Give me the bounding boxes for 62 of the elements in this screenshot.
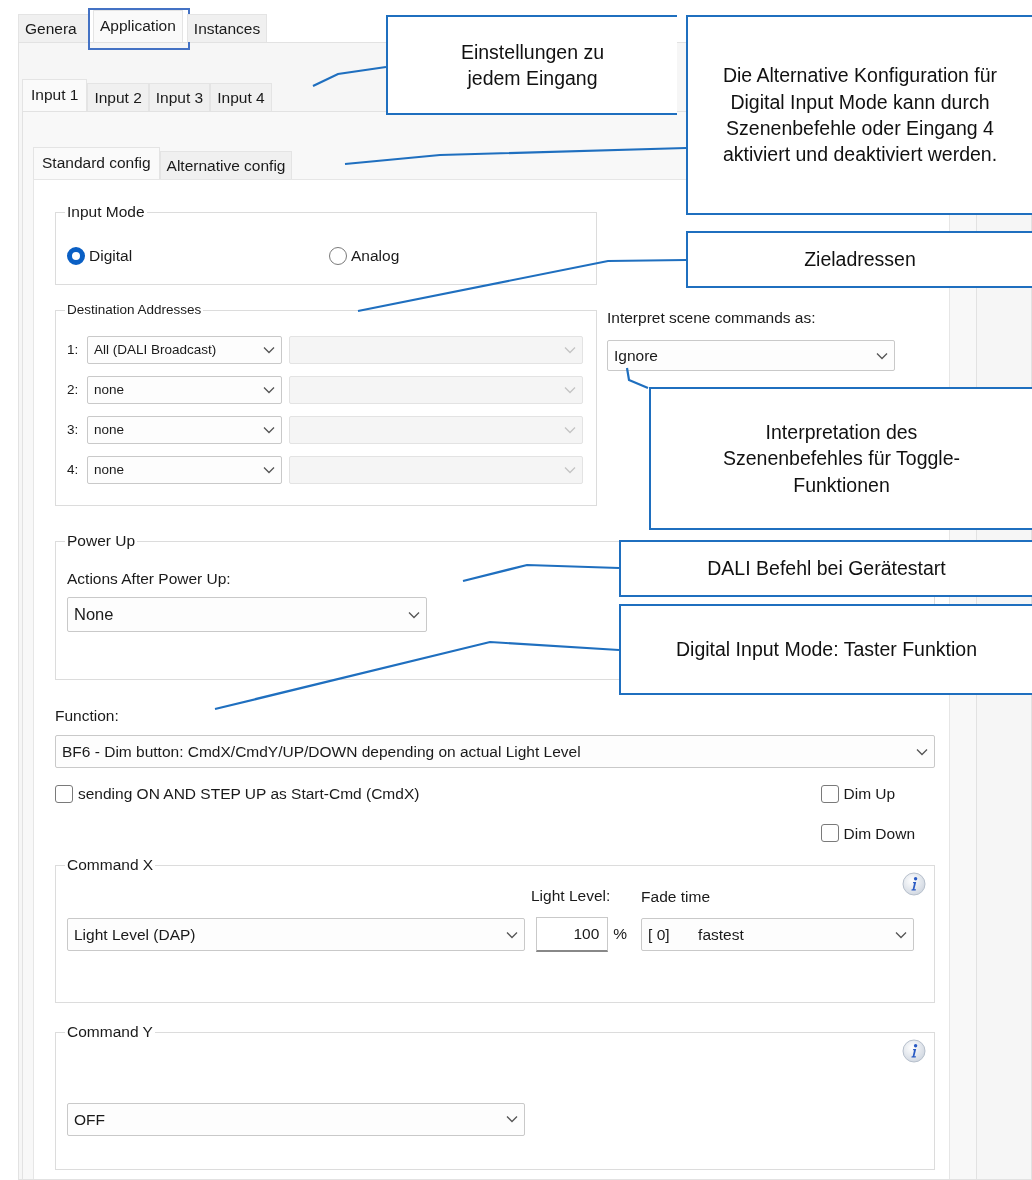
tab[interactable]: Application [93, 10, 183, 42]
tab[interactable]: Alternative config [159, 151, 293, 179]
chevron-icon [564, 386, 576, 394]
chevron-icon [263, 426, 275, 434]
dropdown[interactable]: Light Level (DAP) [67, 918, 525, 951]
unit-label: % [613, 923, 628, 944]
tab[interactable]: Standard config [33, 147, 160, 179]
row-number: 2: [67, 380, 80, 399]
callout-text: DALI Befehl bei Gerätestart [707, 556, 946, 582]
field-label: Light Level: [531, 885, 611, 906]
dropdown[interactable]: OFF [67, 1102, 525, 1136]
callout-text: Interpretation des Szenenbefehles für Toggle-Funktionen [721, 420, 962, 498]
chevron-icon [916, 747, 928, 756]
chevron-icon [564, 426, 576, 434]
chevron-icon [263, 466, 275, 474]
field-label: Fade time [641, 886, 711, 907]
checkbox-label[interactable]: Dim Up [843, 782, 896, 806]
dropdown[interactable]: none [87, 376, 282, 404]
chevron-icon [263, 386, 275, 394]
tab[interactable]: Input 2 [87, 83, 149, 111]
row-number: 4: [67, 460, 80, 479]
tab[interactable]: Input 1 [22, 79, 88, 111]
field-label: Interpret scene commands as: [607, 308, 817, 328]
tab[interactable]: Genera [18, 14, 89, 42]
radio-label[interactable]: Digital [89, 244, 133, 268]
callout-text: Digital Input Mode: Taster Funktion [676, 637, 977, 663]
field-label: Actions After Power Up: [67, 569, 231, 589]
chevron-icon [895, 930, 908, 939]
dropdown[interactable]: All (DALI Broadcast) [87, 336, 282, 364]
tab[interactable]: Input 4 [210, 83, 272, 111]
checkbox-label[interactable]: sending ON AND STEP UP as Start-Cmd (CmdX) [78, 782, 420, 806]
callout-text: Zieladressen [804, 247, 916, 273]
checkbox[interactable] [55, 784, 73, 803]
chevron-icon [564, 466, 576, 474]
tab[interactable]: Input 3 [148, 83, 211, 111]
info-icon[interactable] [902, 1038, 926, 1063]
checkbox-label[interactable]: Dim Down [843, 821, 915, 845]
level-input[interactable]: 100 [536, 917, 609, 952]
chevron-icon [506, 930, 518, 939]
dropdown[interactable]: Ignore [607, 340, 895, 371]
chevron-icon [564, 346, 576, 354]
chevron-icon [263, 346, 275, 354]
radio-button[interactable] [67, 246, 85, 265]
chevron-icon [408, 610, 420, 619]
dropdown[interactable]: None [67, 597, 427, 632]
chevron-icon [506, 1115, 518, 1124]
checkbox[interactable] [820, 784, 839, 803]
row-number: 3: [67, 420, 80, 439]
dropdown[interactable]: BF6 - Dim button: CmdX/CmdY/UP/DOWN depending on actual Light Level [55, 735, 935, 769]
radio-button[interactable] [329, 246, 347, 265]
checkbox[interactable] [820, 824, 839, 843]
row-number: 1: [67, 340, 80, 359]
callout-text: Die Alternative Konfiguration für Digital Input Mode kann durch Szenenbefehle oder Eingang 4 aktiviert und deaktiviert werden. [721, 63, 999, 168]
radio-label[interactable]: Analog [351, 244, 400, 268]
chevron-icon [876, 351, 888, 360]
dropdown[interactable]: none [87, 456, 282, 484]
callout-text: Einstellungen zu jedem Eingang [459, 39, 606, 91]
field-label: Function: [55, 706, 119, 726]
info-icon[interactable] [902, 871, 926, 896]
tab[interactable]: Instances [186, 14, 268, 42]
dropdown[interactable]: none [87, 416, 282, 444]
dropdown[interactable]: [ 0] fastest [641, 918, 915, 951]
